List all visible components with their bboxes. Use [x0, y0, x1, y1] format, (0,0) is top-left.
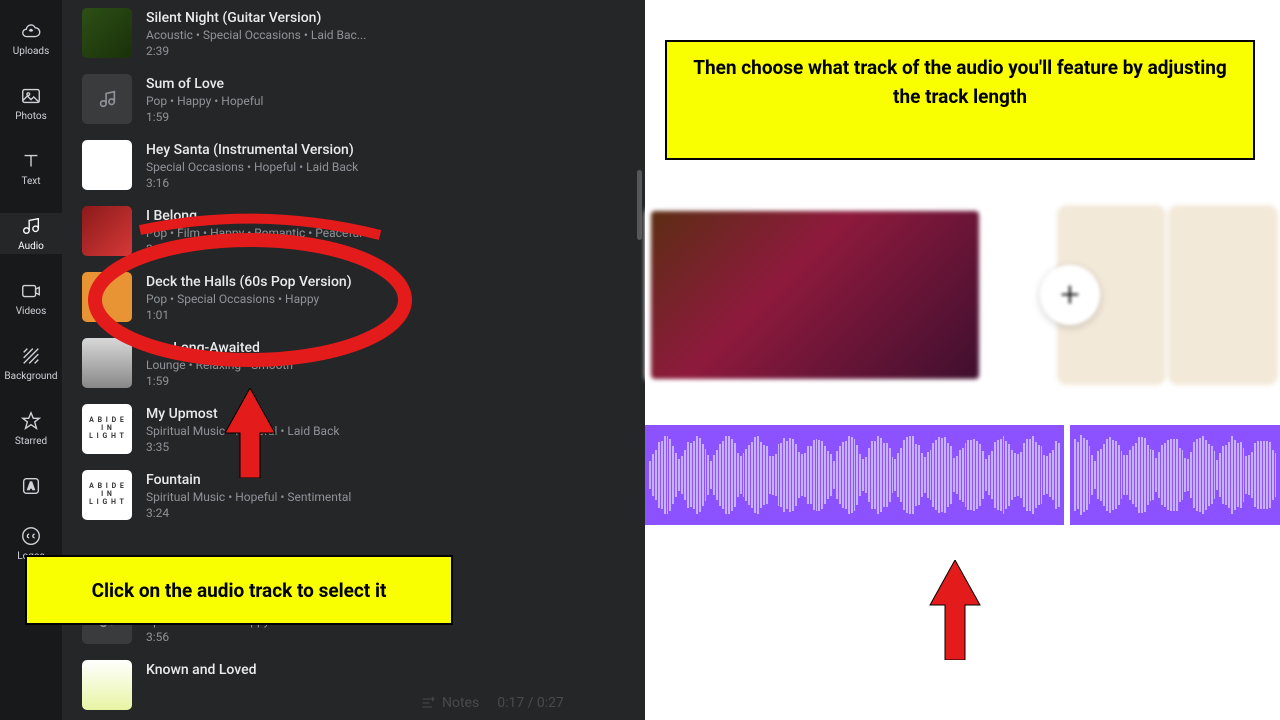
sidenav-item-photos[interactable]: Photos — [0, 83, 62, 124]
track-title: Known and Loved — [146, 662, 257, 678]
audio-track-row[interactable]: A B I D EI NL I G H T Fountain Spiritual M… — [62, 462, 645, 528]
track-meta: Pop • Film • Happy • Romantic • Peaceful — [146, 226, 362, 240]
track-thumbnail — [82, 74, 132, 124]
track-duration: 3:35 — [146, 440, 339, 454]
track-meta: Acoustic • Special Occasions • Laid Bac.… — [146, 28, 366, 42]
audio-track-clip[interactable] — [645, 425, 1280, 525]
audio-track-row[interactable]: The Long-Awaited Lounge • Relaxing • Smoo… — [62, 330, 645, 396]
video-clip[interactable] — [1168, 205, 1278, 385]
track-thumbnail — [82, 272, 132, 322]
audio-track-row[interactable]: I Belong Pop • Film • Happy • Romantic • … — [62, 198, 645, 264]
audio-track-row[interactable]: Sum of Love Pop • Happy • Hopeful 1:59 — [62, 66, 645, 132]
sidenav-label: Uploads — [13, 46, 49, 57]
track-meta: Pop • Special Occasions • Happy — [146, 292, 352, 306]
track-title: Hey Santa (Instrumental Version) — [146, 142, 358, 158]
track-title: Silent Night (Guitar Version) — [146, 10, 366, 26]
track-thumbnail: A B I D EI NL I G H T — [82, 470, 132, 520]
audio-track-row[interactable]: Hey Santa (Instrumental Version) Special … — [62, 132, 645, 198]
track-duration: 2:39 — [146, 44, 366, 58]
track-thumbnail — [82, 660, 132, 710]
audio-track-row[interactable]: Deck the Halls (60s Pop Version) Pop • Sp… — [62, 264, 645, 330]
track-duration: 1:59 — [146, 110, 263, 124]
sidenav-item-uploads[interactable]: Uploads — [0, 18, 62, 59]
track-thumbnail — [82, 140, 132, 190]
cc-icon — [20, 525, 42, 547]
sidenav-item-apps[interactable]: A — [0, 473, 62, 499]
plus-icon: + — [1060, 275, 1079, 315]
track-meta: Special Occasions • Hopeful • Laid Back — [146, 160, 358, 174]
sidenav-label: Starred — [15, 436, 47, 447]
callout-text: Then choose what track of the audio you'… — [693, 56, 1227, 108]
video-clips-row — [645, 195, 1280, 395]
audio-icon — [20, 215, 42, 237]
track-thumbnail — [82, 8, 132, 58]
track-title: I Belong — [146, 208, 362, 224]
svg-text:A: A — [28, 482, 35, 493]
track-thumbnail — [82, 206, 132, 256]
track-title: Deck the Halls (60s Pop Version) — [146, 274, 352, 290]
track-meta: Lounge • Relaxing • Smooth — [146, 358, 293, 372]
sidenav-label: Audio — [18, 241, 44, 252]
track-duration: 3:24 — [146, 506, 351, 520]
cloud-icon — [20, 20, 42, 42]
app-icon: A — [20, 475, 42, 497]
track-duration: 3:16 — [146, 176, 358, 190]
sidenav-label: Background — [4, 371, 57, 382]
sidenav-item-starred[interactable]: Starred — [0, 408, 62, 449]
star-icon — [20, 410, 42, 432]
track-title: The Long-Awaited — [146, 340, 293, 356]
notes-button[interactable]: Notes — [420, 695, 479, 711]
audio-segment[interactable] — [1070, 425, 1280, 525]
track-duration: 3:56 — [146, 630, 360, 644]
track-title: Fountain — [146, 472, 351, 488]
sidenav-label: Photos — [15, 111, 47, 122]
audio-track-row[interactable]: Silent Night (Guitar Version) Acoustic • … — [62, 0, 645, 66]
video-clip[interactable] — [645, 205, 985, 385]
hatch-icon — [20, 345, 42, 367]
sidenav-label: Videos — [16, 306, 47, 317]
audio-track-row[interactable]: A B I D EI NL I G H T My Upmost Spiritual … — [62, 396, 645, 462]
track-thumbnail — [82, 338, 132, 388]
timeline-time: 0:17 / 0:27 — [497, 695, 564, 711]
callout-text: Click on the audio track to select it — [92, 579, 387, 602]
track-meta: Spiritual Music • Hopeful • Sentimental — [146, 490, 351, 504]
audio-segment[interactable] — [645, 425, 1070, 525]
add-clip-button[interactable]: + — [1040, 265, 1100, 325]
sidenav-label: Text — [21, 176, 40, 187]
track-duration: 1:59 — [146, 374, 293, 388]
track-duration: 1:01 — [146, 308, 352, 322]
video-icon — [20, 280, 42, 302]
sidenav-item-audio[interactable]: Audio — [0, 213, 62, 254]
annotation-callout-left: Click on the audio track to select it — [25, 555, 453, 625]
sidenav-item-text[interactable]: Text — [0, 148, 62, 189]
track-title: My Upmost — [146, 406, 339, 422]
annotation-callout-right: Then choose what track of the audio you'… — [665, 40, 1255, 160]
sidenav-item-background[interactable]: Background — [0, 343, 62, 384]
text-icon — [20, 150, 42, 172]
track-thumbnail: A B I D EI NL I G H T — [82, 404, 132, 454]
track-meta: Pop • Happy • Hopeful — [146, 94, 263, 108]
track-meta: Spiritual Music • Hopeful • Laid Back — [146, 424, 339, 438]
bottom-status-bar: Notes 0:17 / 0:27 — [420, 695, 564, 711]
sidenav-item-videos[interactable]: Videos — [0, 278, 62, 319]
timeline-area: + — [645, 195, 1280, 715]
track-duration: 2:29 — [146, 242, 362, 256]
track-title: Sum of Love — [146, 76, 263, 92]
image-icon — [20, 85, 42, 107]
notes-label: Notes — [442, 695, 479, 711]
scrollbar-thumb[interactable] — [637, 170, 642, 240]
